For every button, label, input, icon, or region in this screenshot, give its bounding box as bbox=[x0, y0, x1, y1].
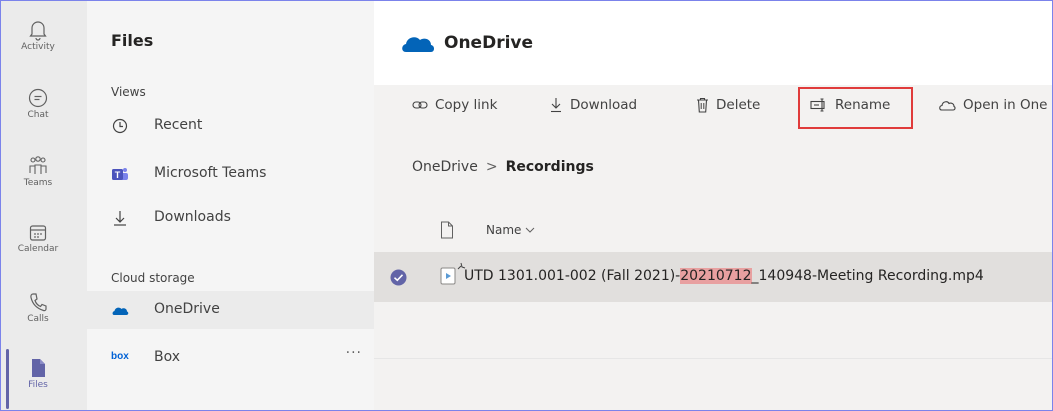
phone-icon bbox=[30, 293, 47, 312]
rail-label: Chat bbox=[27, 110, 49, 120]
open-in-onedrive-button[interactable]: Open in One bbox=[938, 97, 1047, 119]
nav-item-label: Downloads bbox=[154, 209, 231, 225]
clock-icon bbox=[112, 118, 128, 134]
rail-files[interactable]: Files bbox=[1, 357, 75, 390]
teams-window: Activity Chat Teams Calendar Calls Files… bbox=[0, 0, 1053, 411]
row-divider bbox=[374, 358, 1052, 359]
copy-link-button[interactable]: Copy link bbox=[412, 97, 497, 119]
rail-label: Teams bbox=[23, 178, 53, 188]
rail-activity[interactable]: Activity bbox=[1, 19, 75, 52]
cloud-icon bbox=[939, 101, 956, 111]
button-label: Copy link bbox=[435, 97, 498, 113]
teams-logo-icon: T bbox=[112, 168, 128, 180]
rail-label: Activity bbox=[21, 42, 55, 52]
column-header-name[interactable]: Name bbox=[486, 223, 535, 237]
chevron-down-icon bbox=[525, 227, 535, 233]
more-options-button[interactable]: ··· bbox=[346, 345, 362, 361]
column-header-label: Name bbox=[486, 223, 522, 237]
rename-highlight-box bbox=[798, 87, 913, 129]
nav-item-label: Microsoft Teams bbox=[154, 165, 267, 181]
nav-item-box[interactable]: box Box ··· bbox=[87, 339, 374, 377]
file-icon bbox=[32, 359, 45, 377]
app-rail: Activity Chat Teams Calendar Calls Files bbox=[1, 1, 87, 410]
link-icon bbox=[412, 101, 428, 109]
nav-item-recent[interactable]: Recent bbox=[87, 107, 374, 145]
svg-text:T: T bbox=[115, 170, 121, 180]
nav-item-onedrive[interactable]: OneDrive bbox=[87, 291, 374, 329]
breadcrumb-root[interactable]: OneDrive bbox=[412, 159, 478, 175]
nav-title: Files bbox=[111, 31, 154, 50]
nav-item-label: Recent bbox=[154, 117, 203, 133]
page-title: OneDrive bbox=[444, 33, 534, 53]
rail-label: Calendar bbox=[17, 244, 59, 254]
nav-item-label: OneDrive bbox=[154, 301, 220, 317]
header: OneDrive bbox=[374, 1, 1052, 85]
nav-item-microsoft-teams[interactable]: T Microsoft Teams bbox=[87, 155, 374, 193]
trash-icon bbox=[697, 97, 708, 113]
nav-item-label: Box bbox=[154, 349, 181, 365]
command-bar: Copy link Download Delete Rename Open in… bbox=[374, 85, 1052, 131]
video-file-icon bbox=[440, 267, 456, 285]
file-name-highlighted-date: 20210712 bbox=[680, 268, 752, 284]
checkmark-circle-icon[interactable] bbox=[390, 269, 407, 286]
box-logo-icon: box bbox=[111, 351, 129, 362]
file-type-header-icon bbox=[441, 221, 453, 239]
breadcrumb-current: Recordings bbox=[505, 159, 594, 175]
file-name-part: UTD 1301.001-002 (Fall 2021)- bbox=[464, 268, 681, 284]
button-label: Download bbox=[570, 97, 638, 113]
nav-item-downloads[interactable]: Downloads bbox=[87, 199, 374, 237]
file-name[interactable]: UTD 1301.001-002 (Fall 2021)-20210712_14… bbox=[464, 268, 984, 284]
main-pane: OneDrive Copy link Download Delete Renam… bbox=[374, 1, 1052, 410]
rail-label: Files bbox=[28, 380, 48, 390]
download-button[interactable]: Download bbox=[549, 97, 637, 119]
rail-label: Calls bbox=[27, 314, 49, 324]
delete-button[interactable]: Delete bbox=[696, 97, 760, 119]
rail-teams[interactable]: Teams bbox=[1, 155, 75, 188]
breadcrumb: OneDrive > Recordings bbox=[412, 159, 594, 175]
files-nav: Files Views Recent T Microsoft Teams Dow… bbox=[87, 1, 374, 410]
views-label: Views bbox=[111, 85, 146, 99]
file-list-area: OneDrive > Recordings Name UTD 1301.001-00… bbox=[374, 131, 1052, 410]
breadcrumb-separator: > bbox=[485, 159, 498, 175]
onedrive-icon bbox=[112, 307, 129, 315]
download-icon bbox=[551, 98, 561, 113]
button-label: Delete bbox=[716, 97, 761, 113]
bell-icon bbox=[29, 21, 47, 41]
download-icon bbox=[114, 211, 126, 226]
rail-calls[interactable]: Calls bbox=[1, 291, 75, 324]
chat-icon bbox=[28, 88, 48, 108]
cloud-storage-label: Cloud storage bbox=[111, 271, 195, 285]
calendar-icon bbox=[29, 225, 47, 241]
rail-chat[interactable]: Chat bbox=[1, 87, 75, 120]
table-row[interactable]: UTD 1301.001-002 (Fall 2021)-20210712_14… bbox=[374, 252, 1052, 302]
file-name-part: _140948-Meeting Recording.mp4 bbox=[751, 268, 984, 284]
teams-icon bbox=[29, 156, 47, 174]
button-label: Open in One bbox=[963, 97, 1048, 113]
onedrive-logo-icon bbox=[402, 37, 434, 52]
rail-calendar[interactable]: Calendar bbox=[1, 223, 75, 254]
